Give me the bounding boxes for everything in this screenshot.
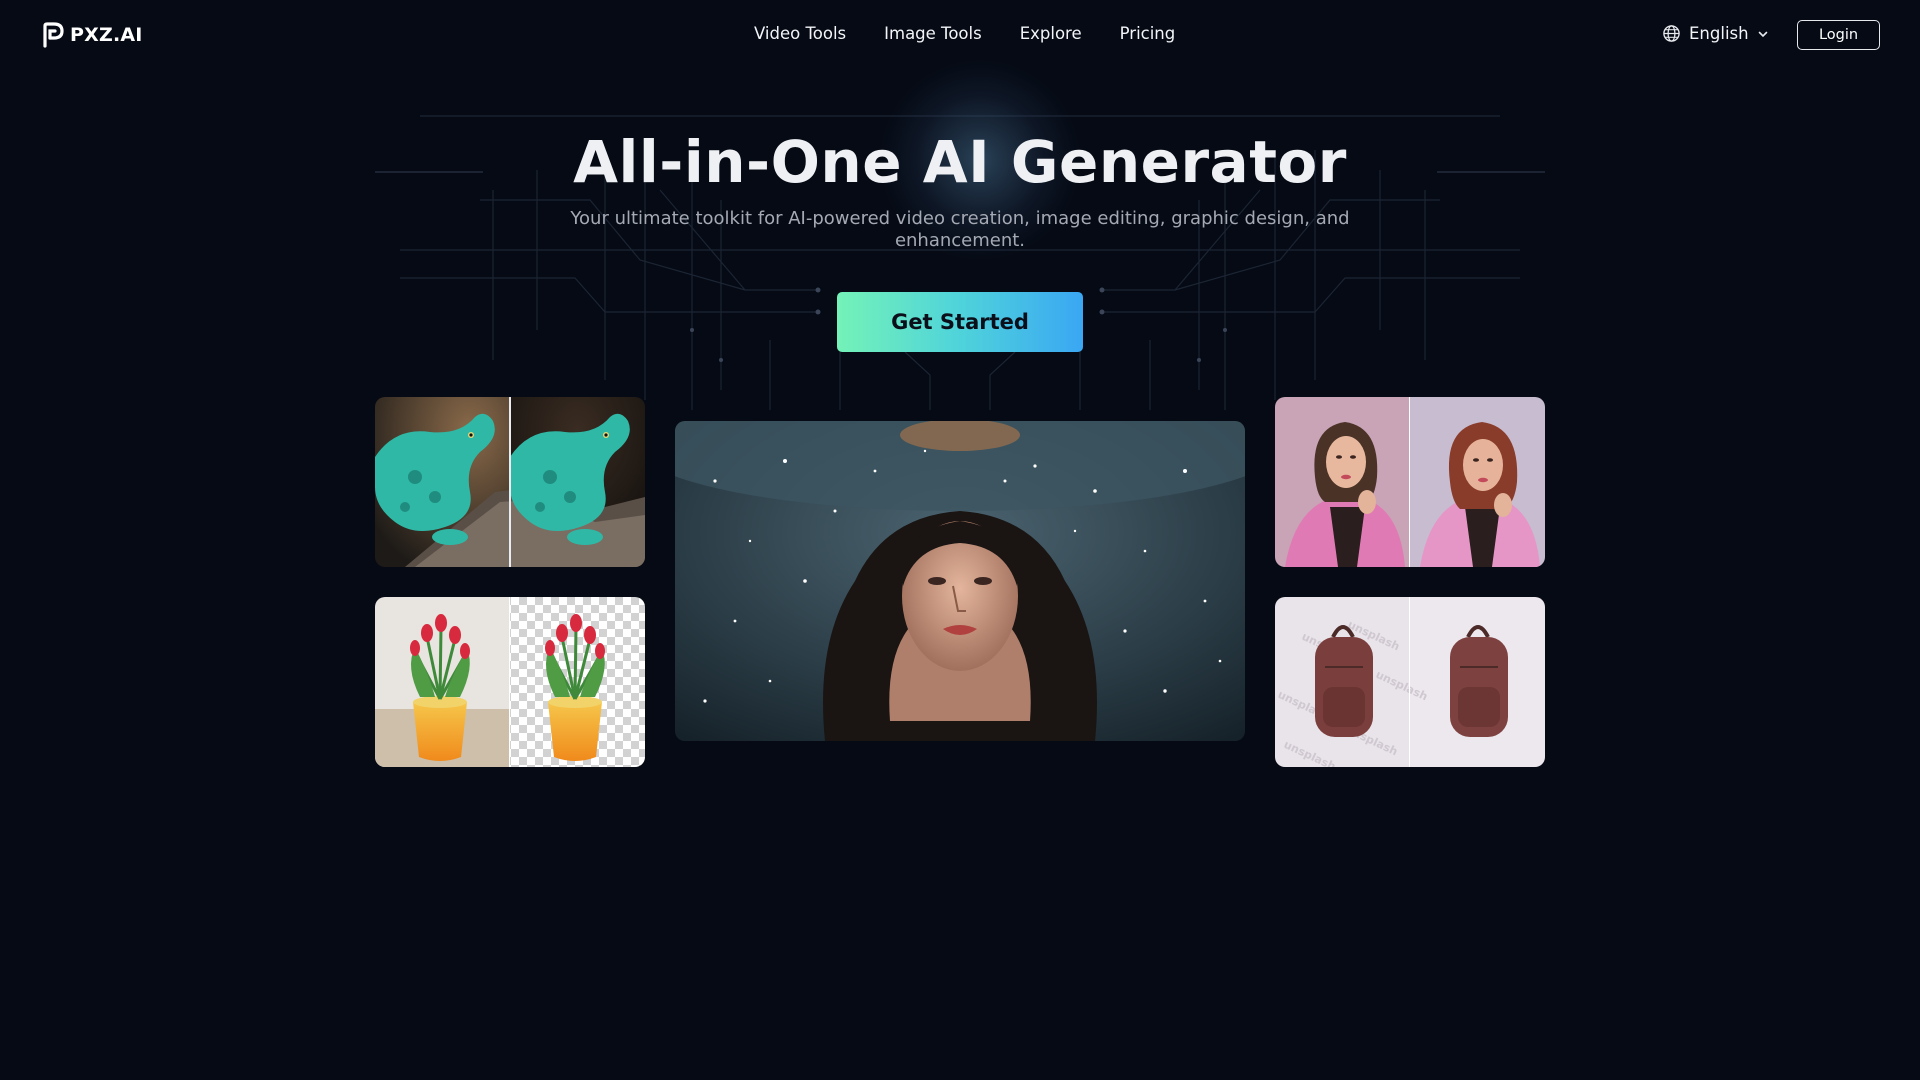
showcase-card-backpack[interactable]: unsplash unsplash unsplash unsplash unsp… bbox=[1275, 597, 1545, 767]
underwater-portrait-image bbox=[675, 421, 1245, 741]
language-selector[interactable]: English bbox=[1662, 24, 1769, 43]
portrait-before-after-image bbox=[1275, 397, 1545, 567]
showcase-card-featured[interactable] bbox=[675, 421, 1245, 741]
chevron-down-icon bbox=[1758, 31, 1767, 37]
nav-explore[interactable]: Explore bbox=[1020, 24, 1082, 43]
flower-before-after-image bbox=[375, 597, 645, 767]
nav-image-tools[interactable]: Image Tools bbox=[884, 24, 982, 43]
comparison-divider[interactable] bbox=[1409, 597, 1410, 767]
language-label: English bbox=[1689, 24, 1749, 43]
globe-icon bbox=[1663, 25, 1680, 42]
showcase-card-flower[interactable] bbox=[375, 597, 645, 767]
showcase-card-portrait[interactable] bbox=[1275, 397, 1545, 567]
logo-text: PXZ.AI bbox=[70, 24, 143, 46]
login-button[interactable]: Login bbox=[1797, 20, 1880, 50]
hero-title: All-in-One AI Generator bbox=[573, 128, 1347, 196]
main-nav: Video Tools Image Tools Explore Pricing bbox=[754, 24, 1175, 43]
logo-icon bbox=[43, 22, 64, 48]
backpack-before-after-image: unsplash unsplash unsplash unsplash unsp… bbox=[1275, 597, 1545, 767]
get-started-button[interactable]: Get Started bbox=[837, 292, 1083, 352]
top-navbar: PXZ.AI Video Tools Image Tools Explore P… bbox=[0, 0, 1920, 70]
nav-pricing[interactable]: Pricing bbox=[1120, 24, 1176, 43]
showcase-card-lizard[interactable] bbox=[375, 397, 645, 567]
hero-subtitle: Your ultimate toolkit for AI-powered vid… bbox=[570, 208, 1350, 251]
comparison-divider[interactable] bbox=[509, 397, 511, 567]
nav-video-tools[interactable]: Video Tools bbox=[754, 24, 846, 43]
comparison-divider[interactable] bbox=[509, 597, 510, 767]
logo[interactable]: PXZ.AI bbox=[42, 22, 143, 48]
comparison-divider[interactable] bbox=[1409, 397, 1410, 567]
